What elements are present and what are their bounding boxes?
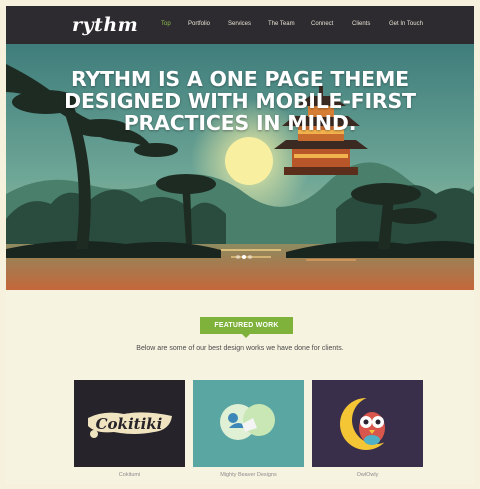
- moon-shape: [225, 137, 273, 185]
- portfolio-card-label-1: Cokitumi: [118, 472, 141, 478]
- hero-headline-line-3: PRACTICES IN MIND.: [123, 111, 357, 135]
- nav-link-connect[interactable]: Connect: [311, 21, 333, 27]
- portfolio-card-owlowly[interactable]: [312, 380, 423, 467]
- nav-link-portfolio[interactable]: Portfolio: [188, 21, 210, 27]
- nav-link-services[interactable]: Services: [228, 21, 251, 27]
- top-navbar: rythm Top Portfolio Services The Team Co…: [6, 6, 474, 44]
- nav-link-clients[interactable]: Clients: [352, 21, 370, 27]
- portfolio-card-mighty-beaver[interactable]: [193, 380, 304, 467]
- nav-link-top[interactable]: Top: [161, 21, 171, 27]
- slider-dot-3[interactable]: [248, 255, 252, 259]
- svg-text:Cokitiki: Cokitiki: [96, 415, 163, 433]
- hero-headline: RYTHM IS A ONE PAGE THEME DESIGNED WITH …: [6, 68, 474, 134]
- nav-link-get-in-touch[interactable]: Get In Touch: [389, 21, 423, 27]
- page: rythm Top Portfolio Services The Team Co…: [6, 6, 474, 484]
- slider-dot-1[interactable]: [236, 255, 240, 259]
- featured-work-badge: FEATURED WORK: [200, 317, 293, 338]
- cokitiki-logo-artwork: Cokitiki: [88, 412, 172, 438]
- featured-work-description: Below are some of our best design works …: [136, 345, 344, 352]
- portfolio-card-label-3: OwlOwly: [356, 472, 379, 478]
- portfolio-card-label-2: Mighty Beaver Designs: [220, 472, 277, 478]
- hero-headline-line-1: RYTHM IS A ONE PAGE THEME: [71, 67, 409, 91]
- mighty-beaver-artwork: [220, 404, 275, 440]
- hero-headline-line-2: DESIGNED WITH MOBILE-FIRST: [64, 89, 416, 113]
- site-logo[interactable]: rythm: [72, 14, 138, 36]
- owl-moon-artwork: [340, 396, 400, 450]
- hero-banner: RYTHM IS A ONE PAGE THEME DESIGNED WITH …: [6, 44, 474, 290]
- portfolio-card-cokitumi[interactable]: Cokitiki: [74, 380, 185, 467]
- slider-dot-2[interactable]: [242, 255, 246, 259]
- nav-link-the-team[interactable]: The Team: [268, 21, 295, 27]
